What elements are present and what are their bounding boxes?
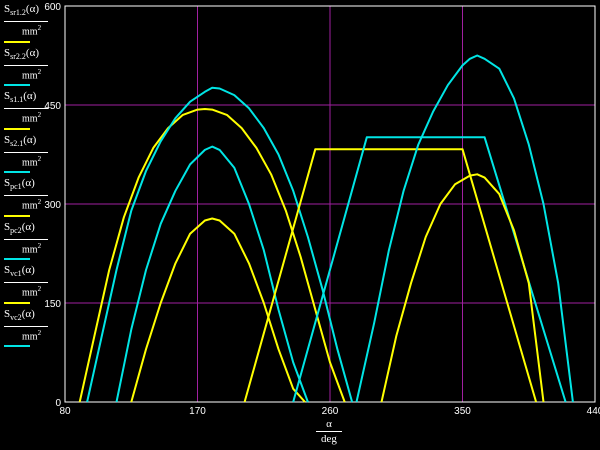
legend-unit: mm xyxy=(22,113,38,125)
legend-subscript: pc1 xyxy=(10,182,22,192)
x-axis-label-top: α xyxy=(326,418,332,430)
legend-fraction-bar xyxy=(4,151,48,153)
legend-subscript: sr2.2 xyxy=(10,51,26,61)
legend-numerator: Ss2.1(α) xyxy=(4,134,66,150)
legend-numerator: Spc1(α) xyxy=(4,177,66,193)
legend-numerator: Ss1.1(α) xyxy=(4,90,66,106)
legend-swatch xyxy=(4,40,30,43)
x-tick-label: 440 xyxy=(587,406,600,417)
y-tick-label: 0 xyxy=(55,398,61,409)
legend-entry-pc1: Spc1(α) mm2 xyxy=(4,177,66,217)
legend-fraction-bar xyxy=(4,108,48,110)
legend-unit-exponent: 2 xyxy=(37,24,42,33)
legend-argument: (α) xyxy=(25,46,39,59)
legend-argument: (α) xyxy=(21,307,35,320)
legend-swatch xyxy=(4,345,30,348)
legend-fraction-bar xyxy=(4,238,48,240)
legend-argument: (α) xyxy=(21,177,35,189)
legend-entry-vc1: Svc1(α) mm2 xyxy=(4,264,66,304)
legend-argument: (α) xyxy=(21,264,35,276)
legend-swatch xyxy=(4,258,30,261)
legend-unit: mm xyxy=(22,331,38,343)
legend-denominator: mm2 xyxy=(4,23,66,37)
legend-subscript: sr1.2 xyxy=(10,8,26,18)
legend-numerator: Ssr2.2(α) xyxy=(4,47,66,63)
x-tick-label: 80 xyxy=(59,406,71,417)
x-axis-label: α deg xyxy=(316,418,342,445)
legend-subscript: pc2 xyxy=(10,225,22,235)
x-tick-label: 350 xyxy=(454,406,471,417)
legend-unit: mm xyxy=(22,200,38,212)
legend-fraction-bar xyxy=(4,64,48,66)
x-tick-label: 260 xyxy=(322,406,339,417)
legend-fraction-bar xyxy=(4,21,48,23)
legend-unit: mm xyxy=(22,26,38,38)
legend-denominator: mm2 xyxy=(4,67,66,81)
legend-swatch xyxy=(4,214,30,217)
legend-swatch xyxy=(4,127,30,130)
legend-fraction-bar xyxy=(4,195,48,197)
legend-unit: mm xyxy=(22,157,38,169)
legend-entry-pc2: Spc2(α) mm2 xyxy=(4,221,66,261)
legend-argument: (α) xyxy=(23,133,37,146)
legend-swatch xyxy=(4,84,30,87)
legend-swatch xyxy=(4,171,30,174)
legend-unit-exponent: 2 xyxy=(37,241,42,250)
legend-unit-exponent: 2 xyxy=(37,67,42,76)
legend-swatch xyxy=(4,301,30,304)
legend-entry-sr2.2: Ssr2.2(α) mm2 xyxy=(4,47,66,87)
legend-numerator: Svc2(α) xyxy=(4,308,66,324)
legend-fraction-bar xyxy=(4,282,48,284)
legend-argument: (α) xyxy=(21,220,35,233)
legend-entry-s1.1: Ss1.1(α) mm2 xyxy=(4,90,66,130)
x-axis-label-divider xyxy=(316,431,342,432)
legend-denominator: mm2 xyxy=(4,284,66,298)
legend-subscript: s1.1 xyxy=(10,95,24,105)
legend-unit: mm xyxy=(22,70,38,82)
legend-entry-sr1.2: Ssr1.2(α) mm2 xyxy=(4,3,66,43)
legend-subscript: vc1 xyxy=(10,269,22,279)
legend-subscript: vc2 xyxy=(10,312,22,322)
x-axis-label-bottom: deg xyxy=(321,433,337,445)
legend-numerator: Svc1(α) xyxy=(4,264,66,280)
legend-argument: (α) xyxy=(25,3,39,15)
legend-entry-s2.1: Ss2.1(α) mm2 xyxy=(4,134,66,174)
legend-denominator: mm2 xyxy=(4,197,66,211)
x-tick-label: 170 xyxy=(189,406,206,417)
legend-unit: mm xyxy=(22,287,38,299)
legend-unit: mm xyxy=(22,244,38,256)
legend-denominator: mm2 xyxy=(4,110,66,124)
legend-subscript: s2.1 xyxy=(10,138,24,148)
legend-unit-exponent: 2 xyxy=(37,285,42,294)
legend-numerator: Ssr1.2(α) xyxy=(4,3,66,19)
legend-fraction-bar xyxy=(4,325,48,327)
legend-numerator: Spc2(α) xyxy=(4,221,66,237)
legend-unit-exponent: 2 xyxy=(37,154,42,163)
legend-unit-exponent: 2 xyxy=(37,328,42,337)
legend-unit-exponent: 2 xyxy=(37,111,42,120)
legend-denominator: mm2 xyxy=(4,154,66,168)
legend-unit-exponent: 2 xyxy=(37,198,42,207)
legend-denominator: mm2 xyxy=(4,328,66,342)
legend-entry-vc2: Svc2(α) mm2 xyxy=(4,308,66,348)
chart-svg: 801702603504400150300450600 xyxy=(44,2,600,417)
legend-denominator: mm2 xyxy=(4,241,66,255)
legend-argument: (α) xyxy=(23,90,37,102)
